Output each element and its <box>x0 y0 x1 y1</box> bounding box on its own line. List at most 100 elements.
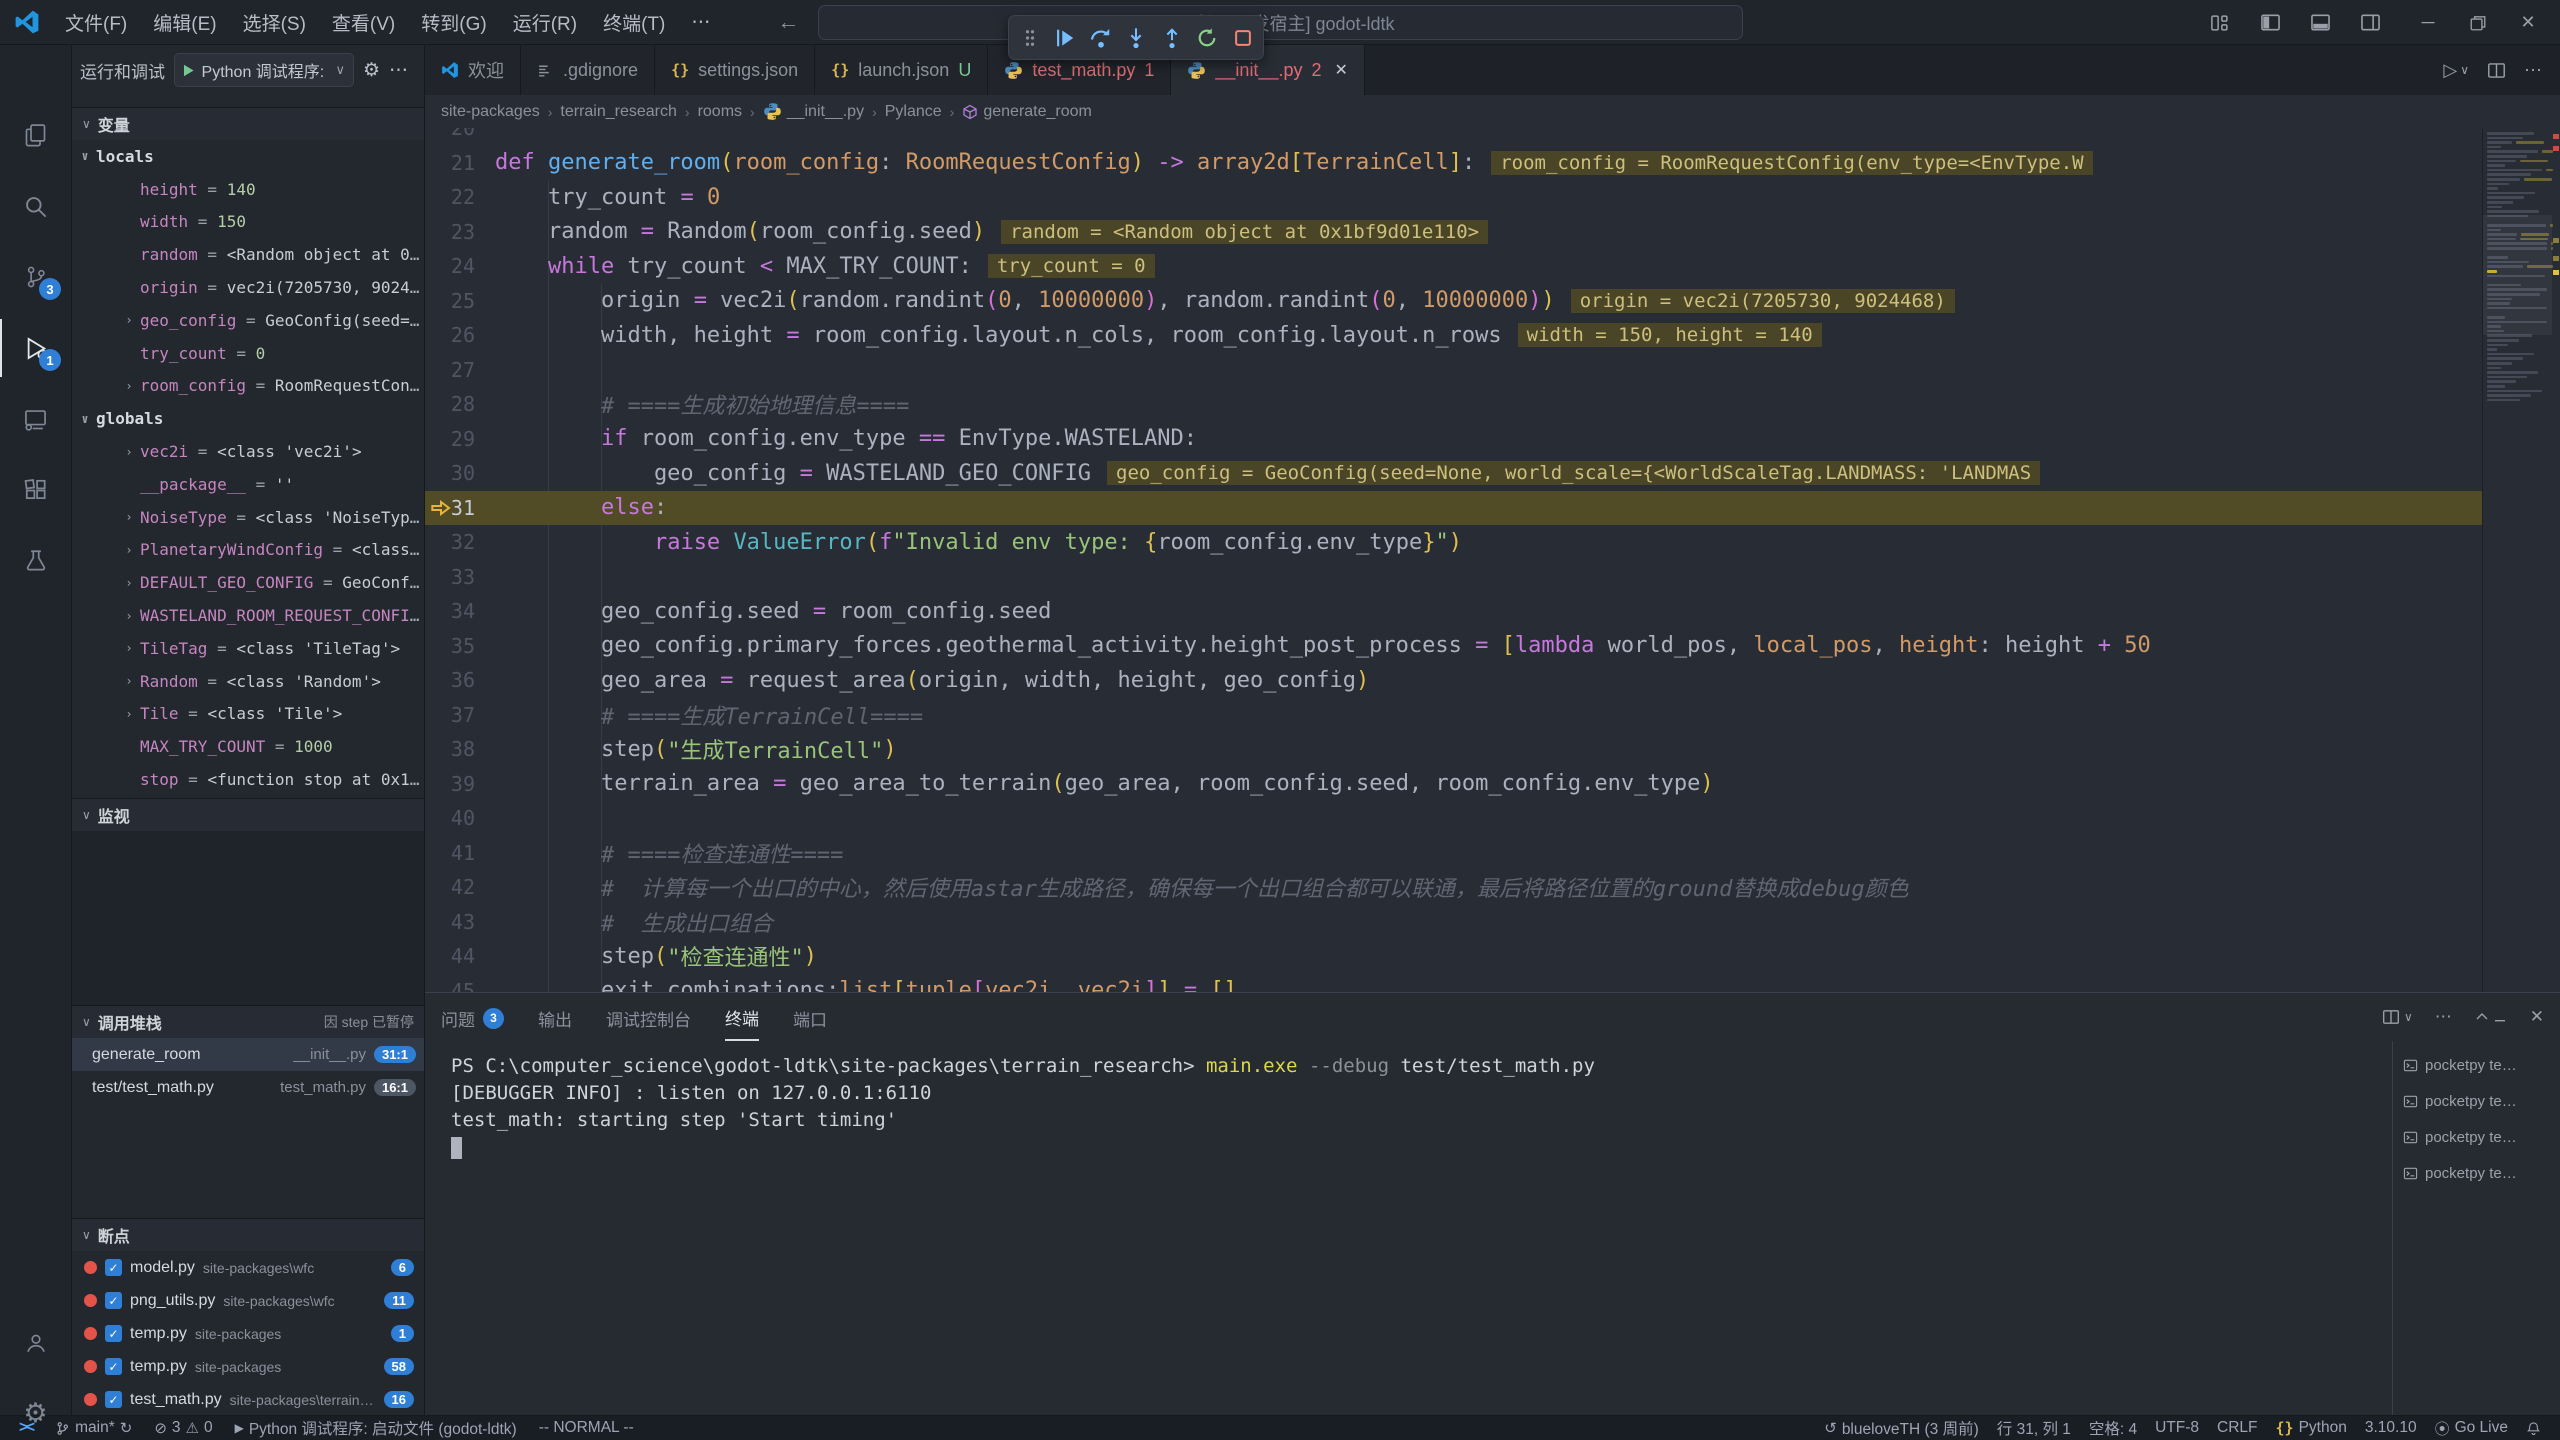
terminal-tab-item[interactable]: pocketpy te… <box>2393 1047 2560 1083</box>
toggle-sidebar-icon[interactable] <box>2258 11 2282 35</box>
variable-row[interactable]: ›TileTag = <class 'TileTag'> <box>72 632 424 665</box>
breadcrumb[interactable]: site-packages›terrain_research›rooms›__i… <box>425 95 2560 128</box>
activity-run-and-debug[interactable]: 1 <box>0 319 71 377</box>
code-line-28[interactable]: 28 # ====生成初始地理信息==== <box>425 387 2560 422</box>
breakpoint-row[interactable]: ✓temp.pysite-packages58 <box>72 1350 424 1383</box>
customize-layout-icon[interactable] <box>2208 11 2232 35</box>
code-line-39[interactable]: 39 terrain_area = geo_area_to_terrain(ge… <box>425 767 2560 802</box>
breadcrumb-item[interactable]: rooms <box>698 103 742 121</box>
split-editor-icon[interactable] <box>2487 61 2506 80</box>
activity-extensions[interactable] <box>0 461 71 519</box>
debug-settings-gear-icon[interactable]: ⚙ <box>363 59 380 82</box>
breakpoint-row[interactable]: ✓test_math.pysite-packages\terrain_res…1… <box>72 1383 424 1415</box>
menu-item-T[interactable]: 终端(T) <box>590 0 678 44</box>
panel-tab-问题[interactable]: 问题3 <box>441 993 504 1041</box>
variable-row[interactable]: ›Tile = <class 'Tile'> <box>72 698 424 731</box>
settings-gear-icon[interactable]: ⚙ <box>0 1384 71 1440</box>
code-line-45[interactable]: 45 exit_combinations:list[tuple[vec2i, v… <box>425 974 2560 993</box>
variable-row[interactable]: ›DEFAULT_GEO_CONFIG = GeoConfig(seed=1… <box>72 566 424 599</box>
variable-row[interactable]: origin = vec2i(7205730, 9024468) <box>72 271 424 304</box>
gitlens-blame[interactable]: ↺blueloveTH (3 周前) <box>1815 1417 1988 1439</box>
variable-row[interactable]: MAX_TRY_COUNT = 1000 <box>72 730 424 763</box>
variables-group-globals[interactable]: ∨globals <box>72 402 424 435</box>
code-line-36[interactable]: 36 geo_area = request_area(origin, width… <box>425 663 2560 698</box>
variable-row[interactable]: random = <Random object at 0x1bf9d01e… <box>72 238 424 271</box>
step-out-button[interactable] <box>1157 23 1187 53</box>
panel-tab-调试控制台[interactable]: 调试控制台 <box>606 993 691 1041</box>
eol[interactable]: CRLF <box>2208 1419 2266 1437</box>
variable-row[interactable]: ›Random = <class 'Random'> <box>72 665 424 698</box>
code-line-37[interactable]: 37 # ====生成TerrainCell==== <box>425 698 2560 733</box>
code-line-26[interactable]: 26 width, height = room_config.layout.n_… <box>425 318 2560 353</box>
sidebar-more-actions-icon[interactable]: ⋯ <box>389 59 408 82</box>
code-editor[interactable]: 2021def generate_room(room_config: RoomR… <box>425 128 2560 992</box>
menu-item-G[interactable]: 转到(G) <box>408 0 499 44</box>
split-terminal-icon[interactable]: ∨ <box>2382 1008 2413 1026</box>
variables-group-locals[interactable]: ∨locals <box>72 140 424 173</box>
terminal-tab-item[interactable]: pocketpy te… <box>2393 1119 2560 1155</box>
go-live[interactable]: ⦿Go Live <box>2426 1418 2517 1439</box>
toggle-panel-icon[interactable] <box>2308 11 2332 35</box>
code-line-25[interactable]: 25 origin = vec2i(random.randint(0, 1000… <box>425 284 2560 319</box>
code-line-38[interactable]: 38 step("生成TerrainCell") <box>425 732 2560 767</box>
notifications[interactable] <box>2517 1421 2550 1436</box>
breadcrumb-item[interactable]: generate_room <box>962 103 1092 121</box>
code-line-24[interactable]: 24 while try_count < MAX_TRY_COUNT:try_c… <box>425 249 2560 284</box>
restore-icon[interactable] <box>2466 11 2490 35</box>
language-mode[interactable]: {}Python <box>2267 1419 2356 1437</box>
code-line-31[interactable]: 31 else: <box>425 491 2560 526</box>
tab-launch.json[interactable]: {}launch.jsonU <box>815 45 988 95</box>
code-line-34[interactable]: 34 geo_config.seed = room_config.seed <box>425 594 2560 629</box>
breadcrumb-item[interactable]: terrain_research <box>560 103 677 121</box>
step-over-button[interactable] <box>1086 23 1116 53</box>
variable-row[interactable]: ›room_config = RoomRequestConfig(env_t… <box>72 370 424 403</box>
restart-button[interactable] <box>1192 23 1222 53</box>
activity-remote-explorer[interactable] <box>0 390 71 448</box>
variable-row[interactable]: ›PlanetaryWindConfig = <class 'Planeta… <box>72 534 424 567</box>
stop-button[interactable] <box>1228 23 1258 53</box>
breakpoint-checkbox[interactable]: ✓ <box>105 1325 122 1342</box>
breakpoint-checkbox[interactable]: ✓ <box>105 1259 122 1276</box>
code-line-23[interactable]: 23 random = Random(room_config.seed)rand… <box>425 215 2560 250</box>
menu-item-E[interactable]: 编辑(E) <box>140 0 229 44</box>
variable-row[interactable]: ›vec2i = <class 'vec2i'> <box>72 435 424 468</box>
debug-config-dropdown[interactable]: Python 调试程序: 启 ∨ <box>174 53 354 87</box>
terminal-output[interactable]: PS C:\computer_science\godot-ldtk\site-p… <box>425 1041 2392 1415</box>
cursor-position[interactable]: 行 31, 列 1 <box>1988 1417 2080 1439</box>
variable-row[interactable]: ›geo_config = GeoConfig(seed=None, wor… <box>72 304 424 337</box>
code-line-27[interactable]: 27 <box>425 353 2560 388</box>
run-python-file-icon[interactable]: ▷∨ <box>2443 60 2469 81</box>
code-line-20[interactable]: 20 <box>425 128 2560 146</box>
step-into-button[interactable] <box>1121 23 1151 53</box>
toggle-secondary-sidebar-icon[interactable] <box>2358 11 2382 35</box>
code-line-41[interactable]: 41 # ====检查连通性==== <box>425 836 2560 871</box>
callstack-section-header[interactable]: ∨ 调用堆栈 因 step 已暂停 <box>72 1005 424 1038</box>
debug-config[interactable]: ▶Python 调试程序: 启动文件 (godot-ldtk) <box>226 1417 526 1439</box>
maximize-panel-icon[interactable] <box>2474 1009 2508 1025</box>
variable-row[interactable]: __package__ = '' <box>72 468 424 501</box>
breakpoint-row[interactable]: ✓png_utils.pysite-packages\wfc11 <box>72 1284 424 1317</box>
activity-source-control[interactable]: 3 <box>0 248 71 306</box>
close-window-icon[interactable]: ✕ <box>2516 11 2540 35</box>
breakpoints-section-header[interactable]: ∨ 断点 <box>72 1218 424 1251</box>
tab-.gdignore[interactable]: .gdignore <box>521 45 655 95</box>
variable-row[interactable]: try_count = 0 <box>72 337 424 370</box>
menu-item-R[interactable]: 运行(R) <box>500 0 590 44</box>
variable-row[interactable]: stop = <function stop at 0x1bf8cd716d <box>72 763 424 796</box>
breadcrumb-item[interactable]: Pylance <box>885 103 942 121</box>
indentation[interactable]: 空格: 4 <box>2080 1417 2146 1439</box>
terminal-tab-item[interactable]: pocketpy te… <box>2393 1083 2560 1119</box>
breadcrumb-item[interactable]: site-packages <box>441 103 540 121</box>
panel-tab-终端[interactable]: 终端 <box>725 993 759 1041</box>
menu-item-V[interactable]: 查看(V) <box>319 0 408 44</box>
variable-row[interactable]: ›WASTELAND_ROOM_REQUEST_CONFIG = RoomR… <box>72 599 424 632</box>
minimize-icon[interactable]: ─ <box>2416 11 2440 35</box>
menu-item-F[interactable]: 文件(F) <box>52 0 140 44</box>
activity-search[interactable] <box>0 177 71 235</box>
python-version[interactable]: 3.10.10 <box>2356 1419 2426 1437</box>
continue-button[interactable] <box>1050 23 1080 53</box>
close-panel-icon[interactable]: ✕ <box>2530 1007 2544 1027</box>
menu-item-S[interactable]: 选择(S) <box>230 0 319 44</box>
breakpoint-checkbox[interactable]: ✓ <box>105 1292 122 1309</box>
close-tab-icon[interactable]: ✕ <box>1335 60 1348 80</box>
